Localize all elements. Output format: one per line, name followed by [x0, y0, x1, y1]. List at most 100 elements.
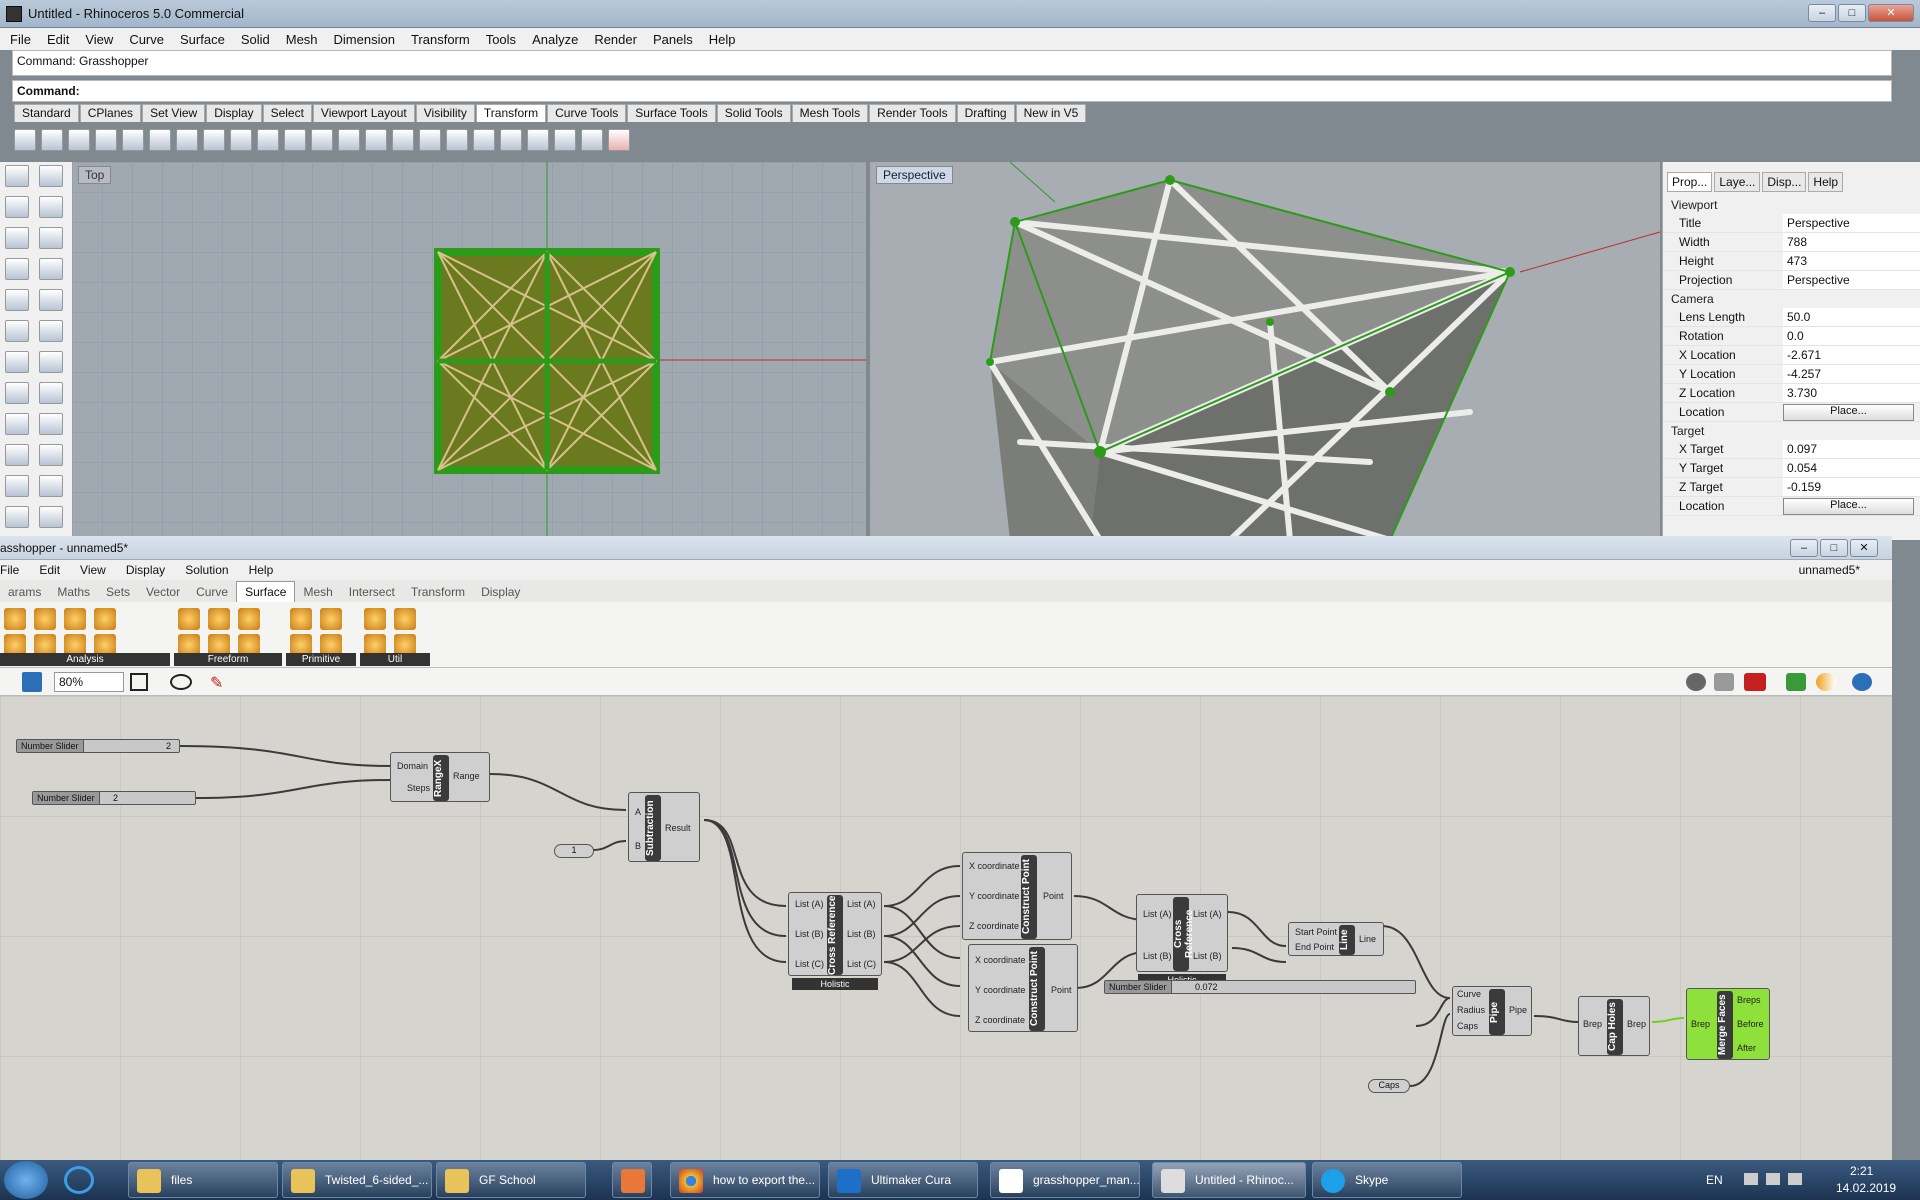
rotate-icon[interactable] — [68, 129, 90, 151]
gh-tab-curve[interactable]: Curve — [188, 582, 236, 602]
command-input[interactable]: Command: — [12, 80, 1892, 102]
tab-visibility[interactable]: Visibility — [415, 104, 475, 122]
stretch-icon[interactable] — [500, 129, 522, 151]
prop-projection-select[interactable]: Perspective — [1783, 271, 1920, 289]
taskbar-item-media[interactable] — [612, 1162, 652, 1198]
text-icon[interactable] — [5, 506, 29, 528]
offset-icon[interactable] — [39, 289, 63, 311]
prop-title-field[interactable]: Perspective — [1783, 214, 1920, 232]
construct-point-component-1[interactable]: X coordinate Y coordinate Z coordinate C… — [962, 852, 1072, 940]
tab-viewport-layout[interactable]: Viewport Layout — [312, 104, 415, 122]
softmove-icon[interactable] — [581, 129, 603, 151]
preview-eye-icon[interactable] — [170, 674, 192, 690]
maximize-button[interactable]: □ — [1838, 4, 1866, 22]
shear-icon[interactable] — [311, 129, 333, 151]
gh-menu-display[interactable]: Display — [126, 563, 165, 577]
place-target-button[interactable]: Place... — [1783, 497, 1914, 515]
mesh-icon[interactable] — [5, 382, 29, 404]
gh-menu-help[interactable]: Help — [249, 563, 274, 577]
menu-surface[interactable]: Surface — [180, 32, 225, 47]
place-camera-button[interactable]: Place... — [1783, 403, 1914, 421]
gh-tab-transform[interactable]: Transform — [403, 582, 473, 602]
tab-mesh-tools[interactable]: Mesh Tools — [791, 104, 869, 122]
group-icon[interactable] — [5, 475, 29, 497]
taskbar-item-pdf[interactable]: grasshopper_man... — [990, 1162, 1140, 1198]
gh-tab-maths[interactable]: Maths — [49, 582, 98, 602]
taskbar-item-skype[interactable]: Skype — [1312, 1162, 1462, 1198]
boolean-icon[interactable] — [5, 413, 29, 435]
range-component[interactable]: Domain Steps RangeX Range — [390, 752, 490, 802]
gh-tab-sets[interactable]: Sets — [98, 582, 138, 602]
maelstrom-icon[interactable] — [527, 129, 549, 151]
prop-ytarget-field[interactable]: 0.054 — [1783, 459, 1920, 477]
gh-menu-edit[interactable]: Edit — [39, 563, 60, 577]
taskbar-item-files[interactable]: files — [128, 1162, 278, 1198]
prop-xtarget-field[interactable]: 0.097 — [1783, 440, 1920, 458]
menu-render[interactable]: Render — [594, 32, 637, 47]
menu-tools[interactable]: Tools — [486, 32, 516, 47]
gh-close-button[interactable]: ✕ — [1850, 539, 1878, 557]
network-icon[interactable] — [1766, 1173, 1780, 1185]
viewport-top[interactable]: Top — [72, 162, 866, 540]
array-icon[interactable] — [176, 129, 198, 151]
gh-menu-view[interactable]: View — [80, 563, 106, 577]
pipe-component[interactable]: Curve Radius Caps Pipe Pipe — [1452, 986, 1532, 1036]
number-slider-3[interactable]: Number Slider 0.072 — [1104, 980, 1416, 994]
scale-icon[interactable] — [95, 129, 117, 151]
prop-yloc-field[interactable]: -4.257 — [1783, 365, 1920, 383]
menu-mesh[interactable]: Mesh — [286, 32, 318, 47]
minimize-button[interactable]: – — [1808, 4, 1836, 22]
preview-selected-icon[interactable] — [1744, 673, 1766, 691]
prop-xloc-field[interactable]: -2.671 — [1783, 346, 1920, 364]
select-icon[interactable] — [5, 165, 29, 187]
copy-icon[interactable] — [41, 129, 63, 151]
cylinder-icon[interactable] — [320, 608, 342, 630]
tab-help-panel[interactable]: Help — [1808, 172, 1844, 192]
tab-standard[interactable]: Standard — [14, 104, 79, 122]
cross-reference-component-1[interactable]: List (A) List (B) List (C) Cross Referen… — [788, 892, 882, 976]
explode-icon[interactable] — [39, 413, 63, 435]
area-icon[interactable] — [4, 608, 26, 630]
mesh-plane-icon[interactable] — [39, 382, 63, 404]
volume-icon[interactable] — [1788, 1173, 1802, 1185]
tab-transform[interactable]: Transform — [475, 104, 547, 122]
gh-tab-mesh[interactable]: Mesh — [295, 582, 340, 602]
align-icon[interactable] — [338, 129, 360, 151]
splop-icon[interactable] — [392, 129, 414, 151]
menu-solid[interactable]: Solid — [241, 32, 270, 47]
tab-render-tools[interactable]: Render Tools — [869, 104, 956, 122]
menu-curve[interactable]: Curve — [129, 32, 164, 47]
gh-tab-display[interactable]: Display — [473, 582, 528, 602]
gh-canvas[interactable]: Number Slider 2 Number Slider 2 Domain S… — [0, 696, 1892, 1160]
gh-tab-surface[interactable]: Surface — [236, 581, 296, 602]
prop-rotation-field[interactable]: 0.0 — [1783, 327, 1920, 345]
surface-icon[interactable] — [5, 320, 29, 342]
gh-tab-params[interactable]: arams — [0, 582, 49, 602]
split-icon[interactable] — [39, 444, 63, 466]
bend-icon[interactable] — [230, 129, 252, 151]
box-props-icon[interactable] — [64, 608, 86, 630]
start-button[interactable] — [4, 1161, 48, 1199]
gh-maximize-button[interactable]: □ — [1820, 539, 1848, 557]
gh-menu-solution[interactable]: Solution — [185, 563, 228, 577]
clock-date[interactable]: 14.02.2019 — [1836, 1181, 1896, 1195]
language-indicator[interactable]: EN — [1706, 1173, 1723, 1187]
divide-surface-icon[interactable] — [364, 608, 386, 630]
box-icon[interactable] — [5, 351, 29, 373]
ie-icon[interactable] — [64, 1166, 94, 1194]
taskbar-item-gf-school[interactable]: GF School — [436, 1162, 586, 1198]
taper-icon[interactable] — [257, 129, 279, 151]
preview-shaded-icon[interactable] — [1714, 673, 1734, 691]
cap-holes-component[interactable]: Brep Cap Holes Brep — [1578, 996, 1650, 1056]
taskbar-item-chrome[interactable]: how to export the... — [670, 1162, 820, 1198]
viewport-perspective[interactable]: Perspective — [870, 162, 1660, 540]
taskbar-item-rhino[interactable]: Untitled - Rhinoc... — [1152, 1162, 1306, 1198]
orient-icon[interactable] — [149, 129, 171, 151]
polyline-icon[interactable] — [5, 196, 29, 218]
menu-view[interactable]: View — [85, 32, 113, 47]
evaluate-icon[interactable] — [34, 608, 56, 630]
close-button[interactable]: ✕ — [1868, 4, 1914, 22]
isotrim-icon[interactable] — [394, 608, 416, 630]
tab-set-view[interactable]: Set View — [142, 104, 206, 122]
menu-panels[interactable]: Panels — [653, 32, 693, 47]
